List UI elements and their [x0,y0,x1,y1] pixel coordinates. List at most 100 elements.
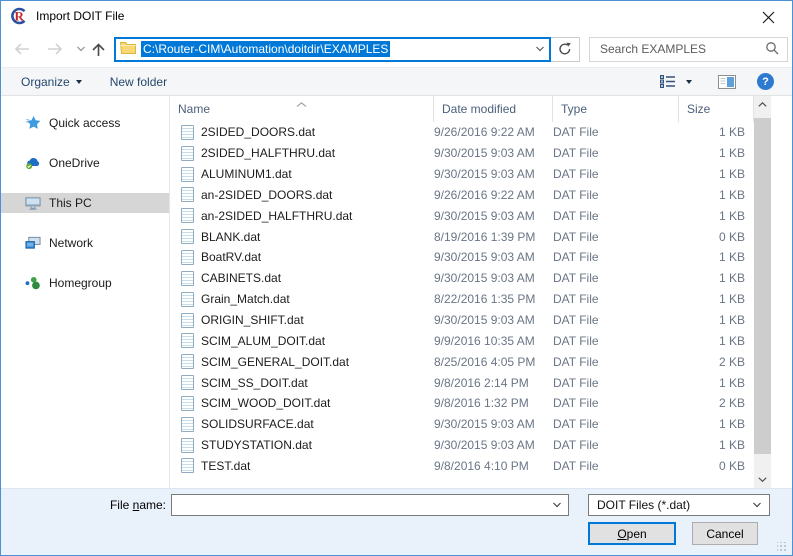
document-icon [181,291,194,307]
table-row[interactable]: an-2SIDED_HALFTHRU.dat 9/30/2015 9:03 AM D… [170,205,754,226]
sidebar-item-this-pc[interactable]: This PC [1,193,169,213]
up-icon[interactable] [90,42,107,57]
address-path-selected-text[interactable]: C:\Router-CIM\Automation\doitdir\EXAMPLE… [141,41,391,57]
view-details-icon[interactable] [660,75,676,88]
file-size-cell: 1 KB [718,292,745,307]
table-row[interactable]: 2SIDED_HALFTHRU.dat 9/30/2015 9:03 AM DAT … [170,143,754,164]
new-folder-button[interactable]: New folder [110,75,167,89]
file-size-cell: 1 KB [718,208,745,223]
recent-locations-chevron-icon[interactable] [76,46,86,52]
forward-icon[interactable] [46,42,64,56]
file-type-cell: DAT File [553,125,599,140]
file-name-cell[interactable]: CABINETS.dat [170,270,434,286]
file-name-chevron-down-icon[interactable] [552,502,568,508]
file-name-text: SCIM_WOOD_DOIT.dat [201,396,331,411]
file-type-filter-dropdown[interactable]: DOIT Files (*.dat) [588,494,770,516]
file-size-cell: 2 KB [718,354,745,369]
table-row[interactable]: TEST.dat 9/8/2016 4:10 PM DAT File 0 KB [170,456,754,477]
homegroup-icon [25,275,41,291]
file-size-cell: 1 KB [718,125,745,140]
file-name-combo[interactable] [171,494,569,516]
scroll-down-icon[interactable] [754,471,771,488]
table-row[interactable]: STUDYSTATION.dat 9/30/2015 9:03 AM DAT Fil… [170,435,754,456]
cancel-button[interactable]: Cancel [692,522,758,545]
file-name-cell[interactable]: BoatRV.dat [170,249,434,265]
table-row[interactable]: ORIGIN_SHIFT.dat 9/30/2015 9:03 AM DAT Fil… [170,310,754,331]
file-name-input[interactable] [172,495,552,515]
file-name-text: STUDYSTATION.dat [201,438,312,453]
sidebar-item-homegroup[interactable]: Homegroup [1,273,169,293]
sidebar-item-label: OneDrive [49,156,100,170]
file-name-cell[interactable]: SCIM_GENERAL_DOIT.dat [170,354,434,370]
file-size-cell: 1 KB [718,250,745,265]
close-icon[interactable] [754,6,782,28]
filter-chevron-down-icon [752,502,762,508]
document-icon [181,166,194,182]
view-options-chevron-icon[interactable] [686,79,692,84]
preview-pane-icon[interactable] [718,74,736,89]
table-row[interactable]: 2SIDED_DOORS.dat 9/26/2016 9:22 AM DAT Fil… [170,122,754,143]
organize-label: Organize [21,74,70,89]
refresh-icon[interactable] [551,36,580,62]
file-type-cell: DAT File [553,167,599,182]
scrollbar-thumb[interactable] [754,118,771,454]
file-name-cell[interactable]: an-2SIDED_HALFTHRU.dat [170,208,434,224]
file-type-cell: DAT File [553,354,599,369]
file-name-text: SCIM_GENERAL_DOIT.dat [201,354,350,369]
table-row[interactable]: CABINETS.dat 9/30/2015 9:03 AM DAT File 1 K… [170,268,754,289]
sidebar-item-onedrive[interactable]: OneDrive [1,153,169,173]
document-icon [181,312,194,328]
table-row[interactable]: SOLIDSURFACE.dat 9/30/2015 9:03 AM DAT Fil… [170,414,754,435]
file-date-cell: 9/30/2015 9:03 AM [434,313,535,328]
file-name-cell[interactable]: 2SIDED_DOORS.dat [170,124,434,140]
column-header-date-modified[interactable]: Date modified [434,96,553,122]
file-name-text: 2SIDED_HALFTHRU.dat [201,146,336,161]
file-name-cell[interactable]: SOLIDSURFACE.dat [170,416,434,432]
table-row[interactable]: SCIM_ALUM_DOIT.dat 9/9/2016 10:35 AM DAT F… [170,330,754,351]
table-row[interactable]: Grain_Match.dat 8/22/2016 1:35 PM DAT File… [170,289,754,310]
file-name-cell[interactable]: BLANK.dat [170,229,434,245]
file-name-cell[interactable]: an-2SIDED_DOORS.dat [170,187,434,203]
file-date-cell: 9/8/2016 4:10 PM [434,458,529,473]
scroll-up-icon[interactable] [754,96,771,113]
file-name-text: an-2SIDED_DOORS.dat [201,187,333,202]
file-name-cell[interactable]: SCIM_ALUM_DOIT.dat [170,333,434,349]
file-name-cell[interactable]: SCIM_WOOD_DOIT.dat [170,395,434,411]
file-name-cell[interactable]: ALUMINUM1.dat [170,166,434,182]
file-name-cell[interactable]: Grain_Match.dat [170,291,434,307]
help-icon[interactable]: ? [757,73,774,90]
file-type-cell: DAT File [553,313,599,328]
back-icon[interactable] [13,42,31,56]
sidebar-item-quick-access[interactable]: Quick access [1,113,169,133]
table-row[interactable]: BLANK.dat 8/19/2016 1:39 PM DAT File 0 KB [170,226,754,247]
file-date-cell: 9/30/2015 9:03 AM [434,271,535,286]
table-row[interactable]: an-2SIDED_DOORS.dat 9/26/2016 9:22 AM DAT … [170,185,754,206]
organize-button[interactable]: Organize [21,75,82,89]
file-name-cell[interactable]: STUDYSTATION.dat [170,437,434,453]
table-row[interactable]: SCIM_WOOD_DOIT.dat 9/8/2016 1:32 PM DAT Fi… [170,393,754,414]
file-date-cell: 9/9/2016 10:35 AM [434,333,535,348]
resize-grip[interactable] [777,542,787,552]
table-row[interactable]: SCIM_SS_DOIT.dat 9/8/2016 2:14 PM DAT File… [170,372,754,393]
file-name-cell[interactable]: ORIGIN_SHIFT.dat [170,312,434,328]
column-header-size[interactable]: Size [679,96,754,122]
column-header-type[interactable]: Type [553,96,679,122]
open-button[interactable]: Open [588,522,676,545]
file-name-text: CABINETS.dat [201,271,282,286]
address-chevron-down-icon[interactable] [535,46,545,52]
file-name-text: TEST.dat [201,458,251,473]
table-row[interactable]: SCIM_GENERAL_DOIT.dat 8/25/2016 4:05 PM DA… [170,351,754,372]
address-bar[interactable]: C:\Router-CIM\Automation\doitdir\EXAMPLE… [114,36,551,62]
folder-icon [119,41,136,57]
file-name-cell[interactable]: 2SIDED_HALFTHRU.dat [170,145,434,161]
search-input[interactable] [600,42,765,56]
sidebar-item-network[interactable]: Network [1,233,169,253]
file-type-cell: DAT File [553,187,599,202]
search-box[interactable] [589,36,788,62]
file-name-cell[interactable]: SCIM_SS_DOIT.dat [170,375,434,391]
file-name-text: BoatRV.dat [201,250,262,265]
table-row[interactable]: ALUMINUM1.dat 9/30/2015 9:03 AM DAT File 1 … [170,164,754,185]
file-name-cell[interactable]: TEST.dat [170,458,434,474]
table-row[interactable]: BoatRV.dat 9/30/2015 9:03 AM DAT File 1 KB [170,247,754,268]
vertical-scrollbar[interactable] [754,96,771,488]
